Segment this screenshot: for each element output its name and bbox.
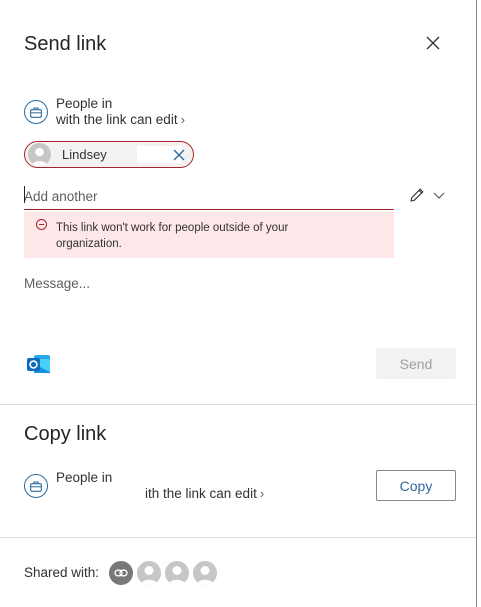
send-link-title: Send link: [24, 33, 107, 55]
chevron-right-icon: ›: [180, 112, 185, 127]
person-icon[interactable]: [165, 561, 189, 585]
outlook-icon[interactable]: [25, 350, 53, 378]
text-caret: [24, 186, 25, 203]
person-avatar-icon: [28, 143, 51, 166]
person-icon[interactable]: [193, 561, 217, 585]
copy-permission-line1: People in: [56, 470, 113, 485]
send-permission-line2: with the link can edit: [56, 112, 178, 127]
error-message-bar: This link won't work for people outside …: [24, 212, 394, 258]
chevron-down-icon: [433, 192, 445, 199]
recipient-name: Lindsey: [62, 147, 107, 162]
error-message: This link won't work for people outside …: [56, 222, 289, 250]
copy-link-title: Copy link: [24, 423, 107, 445]
panel-edge: [476, 0, 481, 607]
remove-recipient-icon[interactable]: [171, 147, 187, 163]
pencil-icon: [410, 188, 424, 202]
chevron-right-icon: ›: [259, 486, 265, 501]
close-button[interactable]: [421, 31, 445, 55]
copy-button[interactable]: Copy: [376, 470, 456, 501]
edit-permission-dropdown[interactable]: [408, 184, 450, 206]
section-divider: [0, 404, 476, 405]
briefcase-icon: [24, 474, 48, 498]
error-circle-icon: [36, 219, 47, 230]
send-permission-line1: People in: [56, 96, 113, 111]
briefcase-icon: [24, 100, 48, 124]
send-button[interactable]: Send: [376, 348, 456, 379]
shared-with-label: Shared with:: [24, 565, 100, 580]
redaction: [117, 470, 257, 484]
send-permission-settings-link[interactable]: with the link can edit ›: [56, 112, 185, 128]
copy-permission-line2: ith the link can edit: [145, 486, 257, 501]
copy-permission-settings-link[interactable]: ith the link can edit ›: [145, 486, 264, 502]
link-icon[interactable]: [109, 561, 133, 585]
add-recipient-input[interactable]: [24, 183, 394, 210]
person-icon[interactable]: [137, 561, 161, 585]
message-field[interactable]: [24, 276, 394, 336]
recipient-chip[interactable]: Lindsey: [24, 141, 194, 168]
close-icon: [426, 36, 440, 50]
section-divider: [0, 537, 476, 538]
